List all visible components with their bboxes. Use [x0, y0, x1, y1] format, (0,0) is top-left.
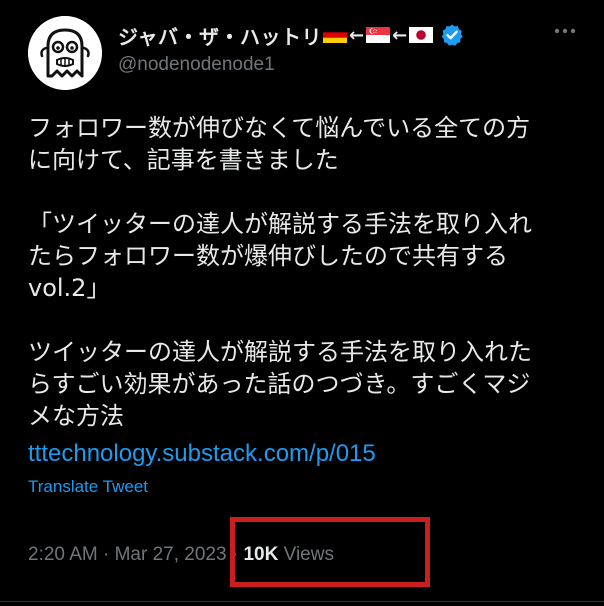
display-name[interactable]: ジャバ・ザ・ハットリ	[118, 21, 322, 50]
verified-badge-icon	[441, 24, 463, 46]
more-dots-icon	[554, 28, 576, 34]
views-highlight-annotation	[230, 517, 430, 587]
arrow-2: ←	[392, 24, 408, 46]
article-link[interactable]: tttechnology.substack.com/p/015	[28, 440, 376, 468]
avatar[interactable]	[28, 16, 102, 90]
author-handle[interactable]: @nodenodenode1	[118, 54, 275, 76]
tweet: ジャバ・ザ・ハットリ ← ← @nodenodenode1 フォロワー数が伸びな…	[0, 0, 604, 606]
arrow-1: ←	[349, 24, 365, 46]
translate-tweet-button[interactable]: Translate Tweet	[28, 477, 148, 497]
tweet-date[interactable]: Mar 27, 2023	[115, 544, 227, 565]
bottom-divider	[0, 601, 604, 602]
ghost-avatar-icon	[28, 16, 102, 90]
tweet-body: フォロワー数が伸びなくて悩んでいる全ての方 に向けて、記事を書きました 「ツイッ…	[28, 114, 532, 430]
germany-flag-icon	[323, 27, 347, 43]
author-name-row[interactable]: ジャバ・ザ・ハットリ ← ←	[118, 18, 464, 52]
meta-separator: ·	[103, 544, 110, 565]
more-options-button[interactable]	[550, 16, 580, 46]
japan-flag-icon	[409, 27, 434, 43]
singapore-flag-icon	[366, 27, 391, 43]
tweet-time[interactable]: 2:20 AM	[28, 544, 98, 565]
